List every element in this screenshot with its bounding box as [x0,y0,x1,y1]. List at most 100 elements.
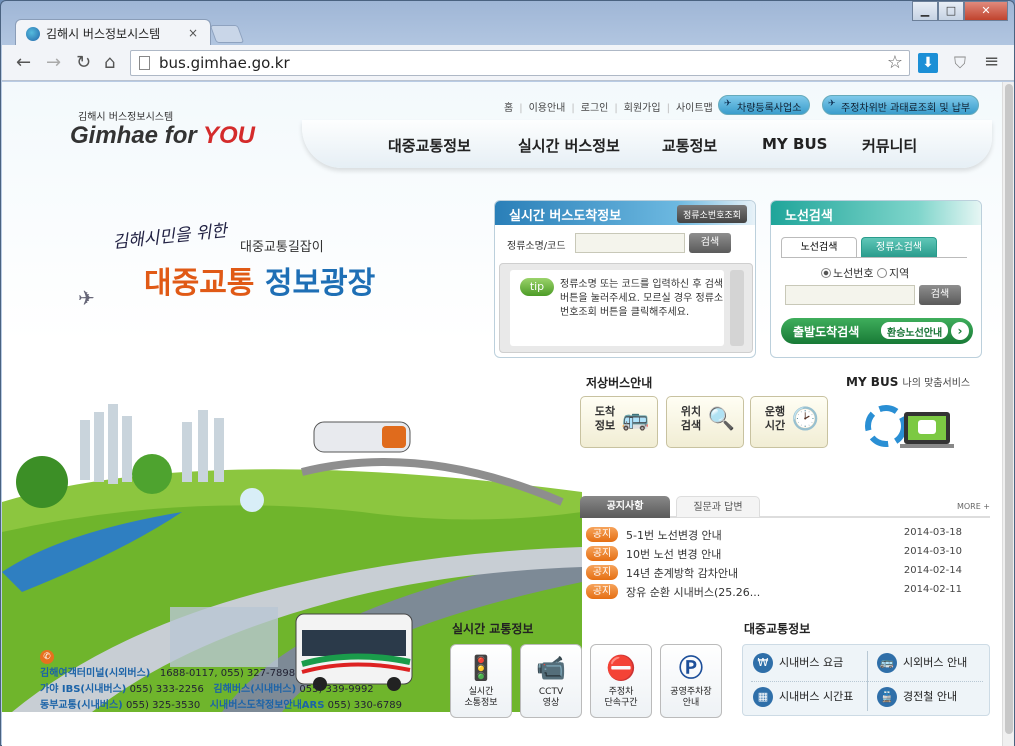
route-panel-tabs: 노선검색 정류소검색 [781,237,937,257]
tab-stop-search[interactable]: 정류소검색 [861,237,937,257]
mybus-service-icon[interactable] [858,396,958,456]
close-window-button[interactable]: ✕ [964,1,1008,21]
hero-title-b: 정보광장 [264,266,376,301]
notice-tabs: 공지사항 질문과 답변 MORE + [580,496,990,518]
contact-name: 시내버스도착정보안내ARS [209,700,325,711]
lowfloor-location-tile[interactable]: 위치 검색 🔍 [666,396,744,448]
parking-enforcement-label: 주정차 단속구간 [604,687,638,708]
notice-title[interactable]: 5-1번 노선변경 안내 [626,527,846,543]
notice-row[interactable]: 공지 14년 춘계방학 감차안내 2014-02-14 [586,564,962,582]
nav-community[interactable]: 커뮤니티 [862,135,917,156]
address-bar[interactable]: bus.gimhae.go.kr ☆ [130,50,910,76]
link-login[interactable]: 로그인 [581,99,618,114]
lowfloor-arrival-tile[interactable]: 도착 정보 🚌 [580,396,658,448]
site-logo[interactable]: Gimhae for YOU [70,122,255,150]
back-arrow-icon[interactable]: ← [16,52,31,73]
download-icon[interactable]: ⬇ [918,53,938,73]
minimize-button[interactable]: ▁ [912,1,938,21]
tip-badge: tip [520,278,554,296]
phone-icon: ✆ [40,650,54,664]
notice-row[interactable]: 공지 장유 순환 시내버스(25.26... 2014-02-11 [586,583,962,601]
stop-field-label: 정류소명/코드 [507,241,566,252]
parking-fine-button[interactable]: 주정차위반 과태료조회 및 납부 [822,95,980,115]
traffic-light-icon: 🚦 [466,654,496,682]
bus-timetable-link[interactable]: ▦ 시내버스 시간표 [753,687,853,707]
traffic-flow-label: 실시간 소통정보 [464,687,498,708]
tab-close-icon[interactable]: × [188,26,198,40]
origin-destination-search-button[interactable]: 출발도착검색 환승노선안내 › [781,318,973,344]
nav-public-transit[interactable]: 대중교통정보 [388,135,471,156]
mybus-subtitle: 나의 맞춤서비스 [902,378,971,389]
more-link[interactable]: MORE + [957,502,990,511]
hero-title: 대중교통 정보광장 [144,258,375,302]
stop-search-button[interactable]: 검색 [689,233,731,253]
lowfloor-title: 저상버스안내 [586,376,653,390]
contact-phone: 055) 339-9992 [299,684,374,695]
notice-title[interactable]: 장유 순환 시내버스(25.26... [626,584,846,600]
tile-label: 운행 시간 [764,405,786,432]
link-sitemap[interactable]: 사이트맵 [676,99,713,114]
tab-route-search[interactable]: 노선검색 [781,237,857,257]
reload-icon[interactable]: ↻ [76,52,91,73]
home-icon[interactable]: ⌂ [104,52,115,73]
intercity-bus-link[interactable]: 🚌 시외버스 안내 [877,653,967,673]
timetable-icon: ▦ [753,687,773,707]
nav-mybus[interactable]: MY BUS [762,135,827,153]
maximize-button[interactable]: □ [938,1,964,21]
forward-arrow-icon[interactable]: → [46,52,61,73]
extension-shield-icon[interactable]: ⛉ [954,53,966,73]
link-join[interactable]: 회원가입 [624,99,670,114]
link-home[interactable]: 홈 [504,99,523,114]
stop-search-input[interactable] [575,233,685,253]
radio-route-number[interactable] [821,268,831,278]
notice-row[interactable]: 공지 10번 노선 변경 안내 2014-03-10 [586,545,962,563]
link-guide[interactable]: 이용안내 [529,99,575,114]
route-search-input[interactable] [785,285,915,305]
menu-icon[interactable]: ≡ [984,51,999,72]
notice-badge: 공지 [586,584,618,599]
route-search-button[interactable]: 검색 [919,285,961,305]
notice-date: 2014-02-14 [903,565,962,576]
magnifier-icon: 🔍 [707,407,735,432]
airplane-icon: ✈ [78,286,95,310]
notice-date: 2014-02-11 [903,584,962,595]
traffic-title: 실시간 교통정보 [452,622,534,636]
main-navigation: 대중교통정보 실시간 버스정보 교통정보 MY BUS 커뮤니티 [302,120,992,168]
bookmark-star-icon[interactable]: ☆ [887,52,903,73]
intercity-bus-label: 시외버스 안내 [903,656,968,669]
notice-title[interactable]: 10번 노선 변경 안내 [626,546,846,562]
favicon-icon [26,27,40,41]
scrollbar-thumb[interactable] [1005,84,1013,734]
logo-subtitle: 김해시 버스정보시스템 [78,112,174,123]
public-parking-button[interactable]: Ⓟ 공영주차장 안내 [660,644,722,718]
tab-qa[interactable]: 질문과 답변 [676,496,760,518]
bus-timetable-label: 시내버스 시간표 [779,690,854,703]
light-rail-link[interactable]: 🚆 경전철 안내 [877,687,957,707]
bus-front-icon: 🚌 [621,407,649,432]
nav-realtime-bus[interactable]: 실시간 버스정보 [518,135,620,156]
radio-area[interactable] [876,268,887,278]
notice-title[interactable]: 14년 춘계방학 감차안내 [626,565,846,581]
parking-enforcement-button[interactable]: ⛔ 주정차 단속구간 [590,644,652,718]
tab-notice[interactable]: 공지사항 [580,496,670,518]
browser-tab[interactable]: 김해시 버스정보시스템 × [15,19,211,47]
logo-text: Gimhae for [70,122,203,149]
new-tab-button[interactable] [209,25,245,43]
cctv-icon: 📹 [536,654,566,682]
page-scrollbar[interactable] [1002,82,1014,746]
tip-scrollbar[interactable] [730,270,744,346]
nav-traffic[interactable]: 교통정보 [662,135,717,156]
lowfloor-schedule-tile[interactable]: 운행 시간 🕑 [750,396,828,448]
notice-row[interactable]: 공지 5-1번 노선변경 안내 2014-03-18 [586,526,962,544]
transfer-route-guide[interactable]: 환승노선안내 [881,322,949,339]
search-type-radios: 노선번호 지역 [821,265,909,281]
traffic-flow-button[interactable]: 🚦 실시간 소통정보 [450,644,512,718]
contact-row: 동부교통(시내버스) 055) 325-3530 시내버스도착정보안내ARS 0… [40,698,402,714]
bus-fare-link[interactable]: ₩ 시내버스 요금 [753,653,843,673]
notice-badge: 공지 [586,565,618,580]
stop-number-lookup-button[interactable]: 정류소번호조회 [677,205,747,223]
tab-divider [781,257,967,258]
cctv-button[interactable]: 📹 CCTV 영상 [520,644,582,718]
vehicle-registry-button[interactable]: 차량등록사업소 [718,95,811,115]
radio-area-label: 지역 [888,267,910,280]
